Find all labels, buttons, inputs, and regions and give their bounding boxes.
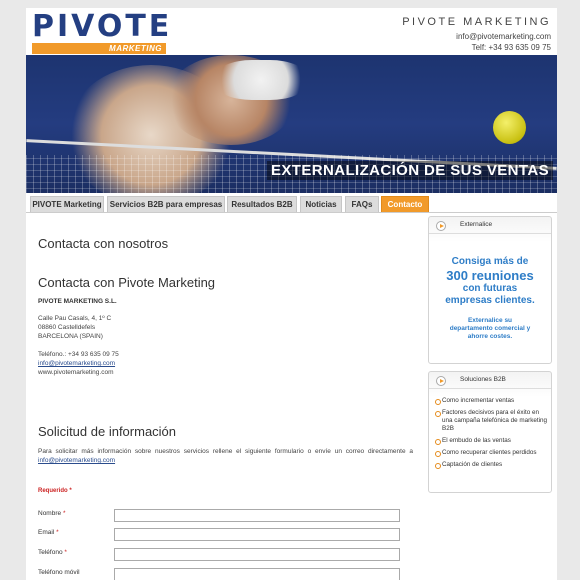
solutions-list: Como incrementar ventas Factores decisiv…: [429, 397, 551, 469]
hero-slogan: EXTERNALIZACIÓN DE SUS VENTAS: [266, 161, 553, 180]
header: PIVOTE MARKETING PIVOTE MARKETING info@p…: [26, 8, 557, 55]
address-line: Calle Pau Casals, 4, 1º C: [38, 315, 112, 322]
info-heading: Solicitud de información: [38, 424, 177, 439]
hero-banner: EXTERNALIZACIÓN DE SUS VENTAS: [26, 55, 557, 193]
tab-contacto[interactable]: Contacto: [381, 196, 429, 212]
brand-name: PIVOTE MARKETING: [402, 16, 551, 28]
promo-box[interactable]: Externalice Consiga más de 300 reuniones…: [428, 216, 552, 364]
tab-noticias[interactable]: Noticias: [300, 196, 342, 212]
solutions-box-title: Soluciones B2B: [460, 376, 506, 383]
address-line: 08860 Castelldefels: [38, 324, 96, 331]
address-block: Calle Pau Casals, 4, 1º C 08860 Castelld…: [38, 314, 111, 341]
promo-line: empresas clientes.: [445, 295, 535, 306]
info-paragraph: Para solicitar más información sobre nue…: [38, 448, 413, 455]
promo-text: Consiga más de 300 reuniones con futuras…: [429, 256, 551, 341]
tab-pivote-marketing[interactable]: PIVOTE Marketing: [30, 196, 104, 212]
header-phone: Telf: +34 93 635 09 75: [471, 43, 551, 52]
promo-sub: Externalice su departamento comercial y …: [429, 317, 551, 341]
contact-heading: Contacta con Pivote Marketing: [38, 275, 216, 290]
tennis-player-cap: [216, 60, 306, 100]
contact-email-link[interactable]: info@pivotemarketing.com: [38, 359, 119, 368]
field-label: Nombre *: [38, 510, 66, 517]
promo-box-title: Externalice: [460, 221, 493, 228]
mobile-field[interactable]: [114, 568, 400, 580]
name-field[interactable]: [114, 509, 400, 522]
form-row-email: Email *: [38, 528, 400, 542]
required-note: Requerido *: [38, 488, 72, 494]
solutions-item[interactable]: Como recuperar clientes perdidos: [429, 449, 551, 457]
field-label: Email *: [38, 529, 59, 536]
form-row-nombre: Nombre *: [38, 509, 400, 523]
info-text: Para solicitar más información sobre nue…: [38, 447, 413, 465]
solutions-box: Soluciones B2B Como incrementar ventas F…: [428, 371, 552, 493]
promo-sub-line: Externalice su: [467, 317, 513, 324]
solutions-item[interactable]: Captación de clientes: [429, 461, 551, 469]
field-label: Teléfono móvil: [38, 569, 80, 576]
solutions-item[interactable]: Como incrementar ventas: [429, 397, 551, 405]
logo-text: PIVOTE: [32, 9, 173, 44]
header-email[interactable]: info@pivotemarketing.com: [402, 31, 551, 42]
promo-line: con futuras: [462, 283, 518, 294]
promo-box-header: Externalice: [429, 217, 551, 234]
brand-info: PIVOTE MARKETING info@pivotemarketing.co…: [402, 16, 551, 53]
contact-phone: Teléfono.: +34 93 635 09 75: [38, 351, 119, 358]
main-nav: PIVOTE Marketing Servicios B2B para empr…: [26, 196, 557, 213]
info-email-link[interactable]: info@pivotemarketing.com: [38, 457, 115, 464]
promo-line: Consiga más de: [451, 256, 529, 267]
page: PIVOTE MARKETING PIVOTE MARKETING info@p…: [26, 8, 557, 580]
email-field[interactable]: [114, 528, 400, 541]
solutions-item[interactable]: El embudo de las ventas: [429, 437, 551, 445]
phone-field[interactable]: [114, 548, 400, 561]
tab-faqs[interactable]: FAQs: [345, 196, 379, 212]
tab-resultados-b2b[interactable]: Resultados B2B: [227, 196, 297, 212]
contact-website[interactable]: www.pivotemarketing.com: [38, 368, 119, 377]
page-title: Contacta con nosotros: [38, 236, 169, 251]
logo[interactable]: PIVOTE MARKETING: [32, 9, 173, 54]
address-line: BARCELONA (SPAIN): [38, 333, 103, 340]
tab-servicios-b2b[interactable]: Servicios B2B para empresas: [107, 196, 225, 212]
promo-highlight: 300 reuniones: [446, 268, 534, 283]
field-label: Teléfono *: [38, 549, 67, 556]
solutions-box-header: Soluciones B2B: [429, 372, 551, 389]
promo-sub-line: departamento comercial y: [449, 325, 531, 332]
tennis-ball-icon: [493, 111, 526, 144]
arrow-bullet-icon: [436, 376, 446, 386]
form-row-movil: Teléfono móvil: [38, 568, 400, 580]
contact-details: Teléfono.: +34 93 635 09 75 info@pivotem…: [38, 350, 119, 377]
form-row-telefono: Teléfono *: [38, 548, 400, 562]
logo-subtitle: MARKETING: [32, 43, 166, 54]
company-name: PIVOTE MARKETING S.L.: [38, 298, 117, 305]
arrow-bullet-icon: [436, 221, 446, 231]
promo-sub-line: ahorre costes.: [467, 333, 513, 340]
solutions-item[interactable]: Factores decisivos para el éxito en una …: [429, 409, 551, 433]
